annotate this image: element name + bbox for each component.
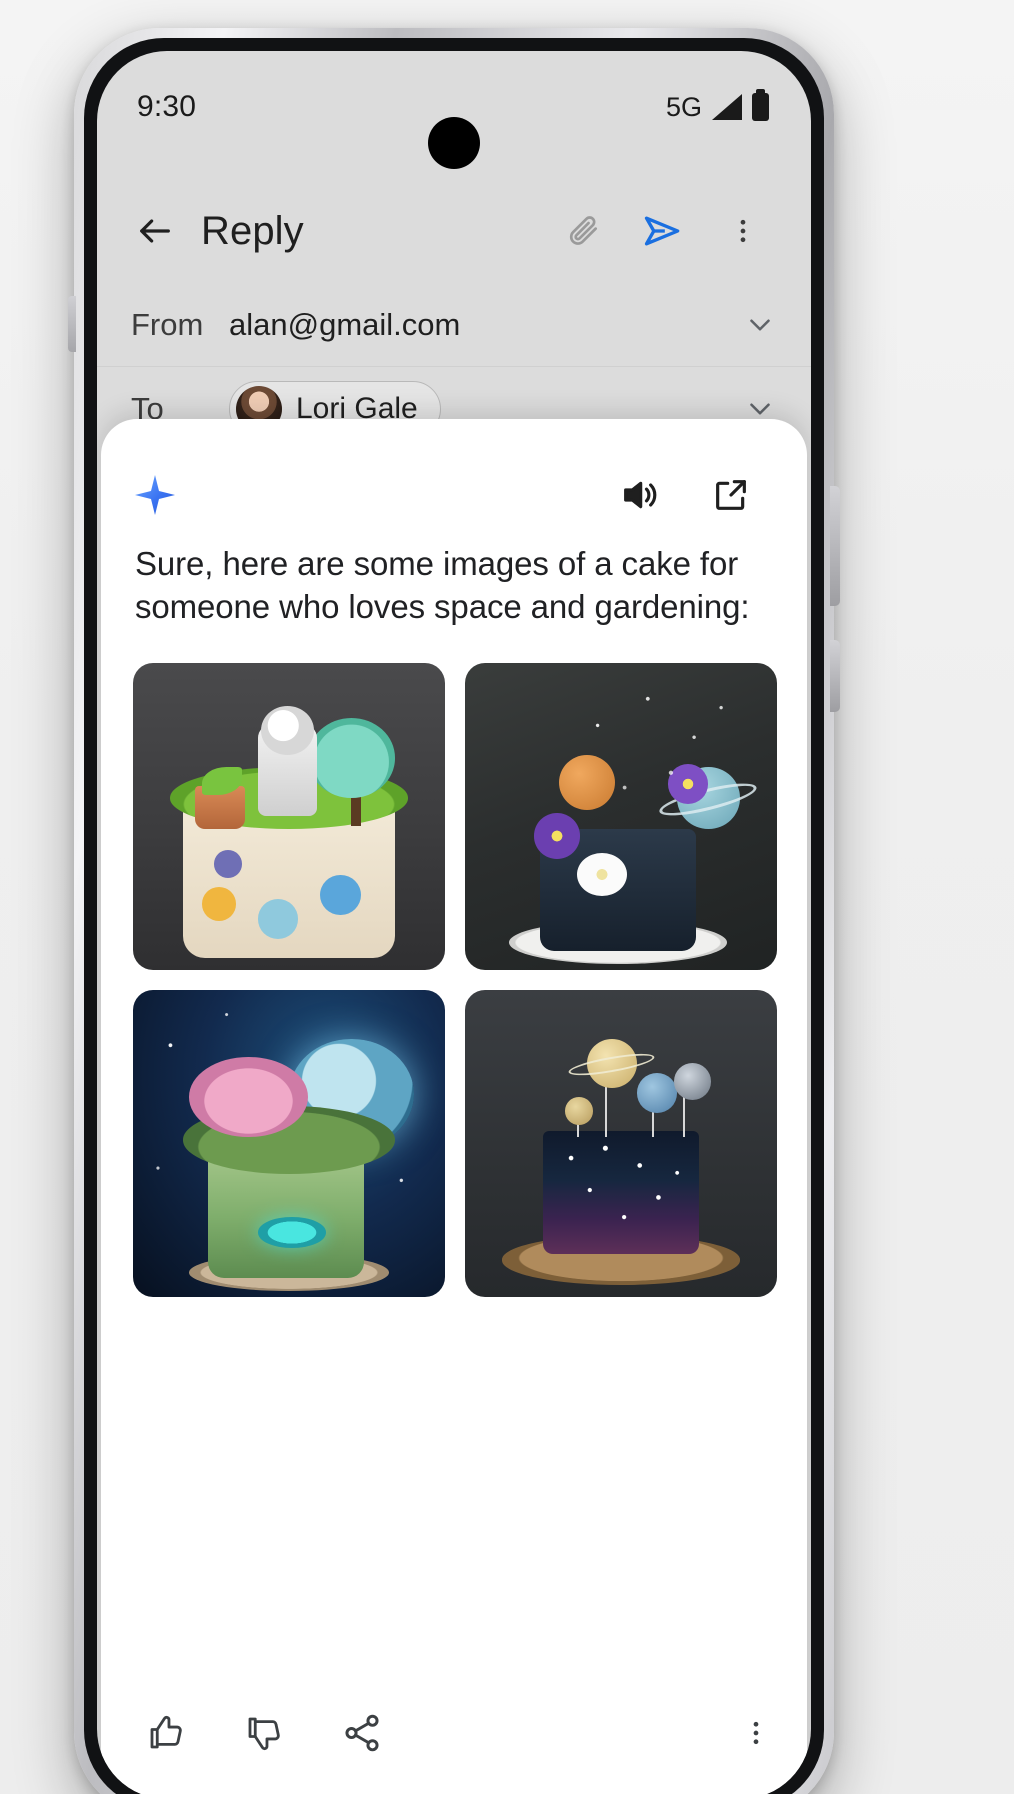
chevron-down-icon[interactable] (743, 308, 777, 342)
gemini-overlay-panel: Sure, here are some images of a cake for… (101, 419, 807, 1794)
power-button[interactable] (830, 486, 840, 606)
gemini-sparkle-icon (135, 475, 175, 515)
volume-up-icon[interactable] (619, 475, 659, 515)
front-camera-punch-hole (428, 117, 480, 169)
page-title: Reply (201, 208, 304, 253)
from-field-row[interactable]: From alan@gmail.com (97, 283, 811, 367)
generated-image-4[interactable] (465, 989, 777, 1297)
paperclip-icon[interactable] (551, 199, 615, 263)
generated-image-3[interactable] (133, 989, 445, 1297)
generated-image-2[interactable] (465, 662, 777, 970)
battery-full-icon (752, 89, 769, 121)
phone-screen: 9:30 5G Reply From alan@gmail.com To Lor… (97, 51, 811, 1794)
gemini-header-actions (619, 475, 751, 515)
gemini-panel-header (101, 419, 807, 529)
volume-button[interactable] (68, 296, 76, 352)
thumb-up-icon[interactable] (145, 1712, 187, 1754)
from-label: From (131, 306, 204, 342)
signal-bars-icon (712, 94, 742, 120)
response-feedback-row (101, 1687, 807, 1779)
status-indicators: 5G (665, 89, 769, 123)
more-vert-icon[interactable] (741, 1718, 771, 1748)
generated-image-1[interactable] (133, 662, 445, 970)
thumb-down-icon[interactable] (243, 1712, 285, 1754)
screenshot-root: 9:30 5G Reply From alan@gmail.com To Lor… (0, 0, 1014, 1794)
status-time: 9:30 (137, 90, 197, 123)
generated-image-grid (133, 662, 777, 1297)
share-icon[interactable] (341, 1712, 383, 1754)
open-in-new-icon[interactable] (711, 475, 751, 515)
gemini-response-text: Sure, here are some images of a cake for… (135, 545, 750, 625)
network-type-label: 5G (665, 91, 702, 122)
more-vert-icon[interactable] (711, 199, 775, 263)
app-bar-actions (551, 199, 775, 263)
from-value: alan@gmail.com (229, 306, 461, 342)
send-icon[interactable] (631, 199, 695, 263)
compose-app-bar: Reply (97, 179, 811, 283)
back-arrow-icon[interactable] (123, 199, 187, 263)
volume-down-button[interactable] (830, 640, 840, 712)
